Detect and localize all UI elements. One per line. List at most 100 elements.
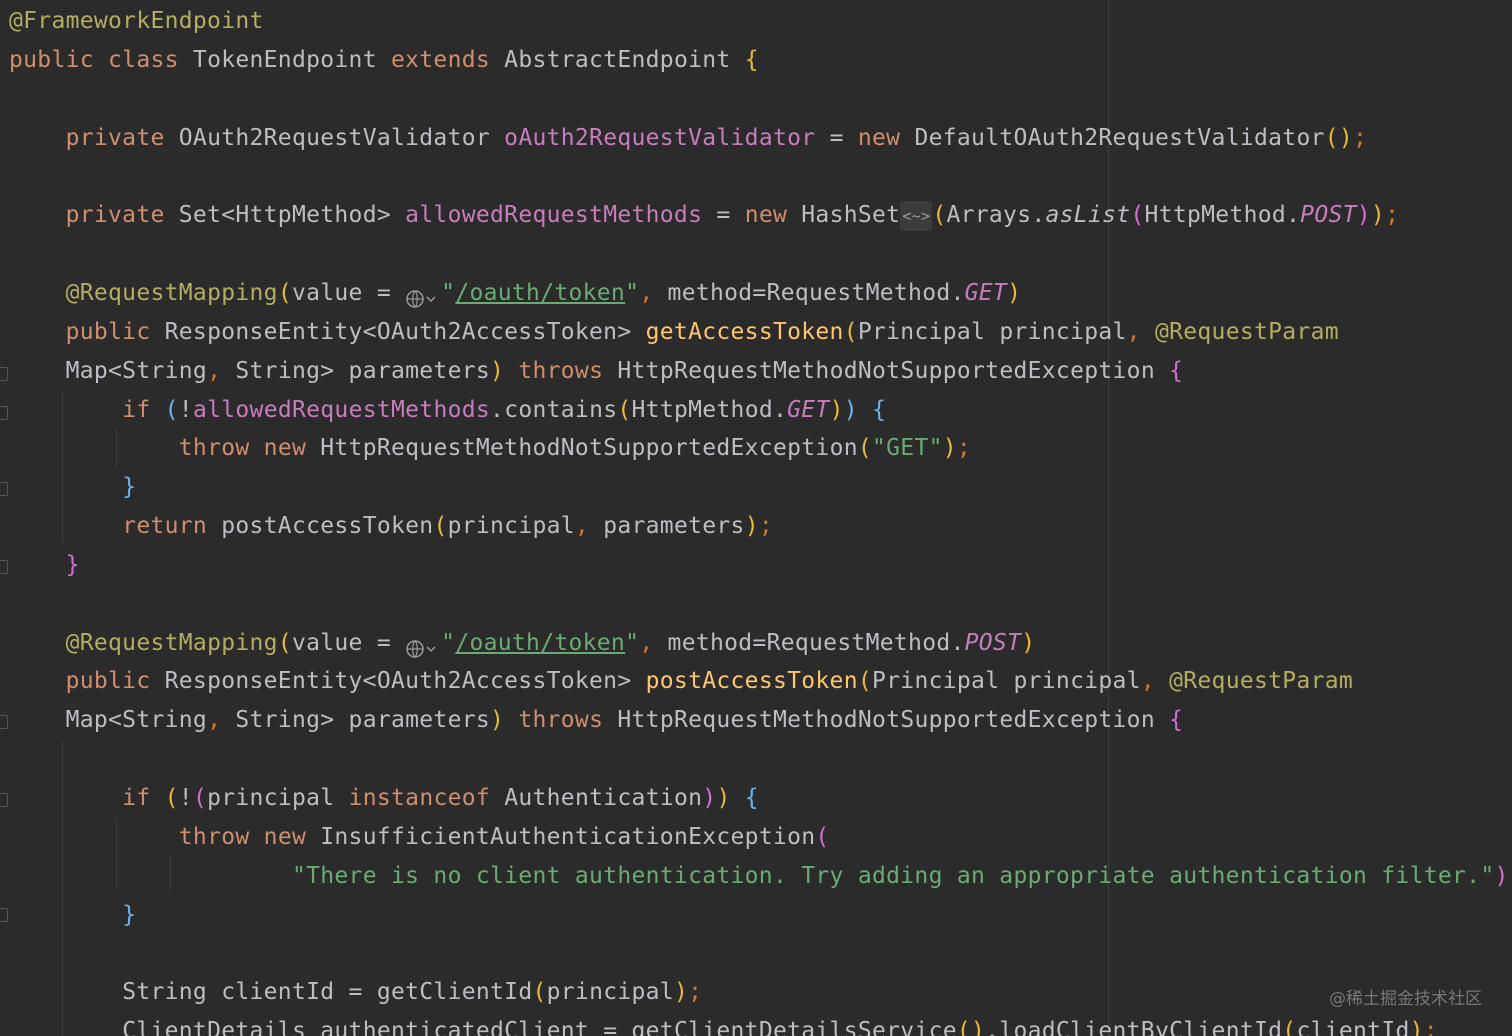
code-line[interactable]: if (!(principal instanceof Authenticatio… <box>9 779 759 818</box>
code-token: OAuth2RequestValidator <box>178 124 505 151</box>
code-token: ( <box>1282 1018 1297 1036</box>
code-line[interactable]: @RequestMapping(value = "/oauth/token", … <box>9 274 1021 313</box>
code-line[interactable]: @FrameworkEndpoint <box>9 2 264 41</box>
code-token: ) <box>744 513 759 540</box>
code-token: ( <box>277 279 292 306</box>
code-token: InsufficientAuthenticationException <box>320 823 816 850</box>
code-editor[interactable]: @FrameworkEndpoint public class TokenEndp… <box>0 0 1512 1036</box>
code-line[interactable]: private Set<HttpMethod> allowedRequestMe… <box>9 196 1399 235</box>
code-token: public <box>65 318 165 345</box>
code-token: class <box>108 46 193 73</box>
code-token: allowedRequestMethods <box>405 202 703 229</box>
code-token: postAccessToken <box>645 668 858 695</box>
web-endpoint-icon[interactable] <box>405 633 441 658</box>
code-token: ( <box>1130 202 1145 229</box>
code-line[interactable]: Map<String, String> parameters) throws H… <box>9 352 1183 391</box>
code-line[interactable]: if (!allowedRequestMethods.contains(Http… <box>9 391 886 430</box>
code-line[interactable]: "There is no client authentication. Try … <box>9 857 1512 896</box>
code-line[interactable]: ClientDetails authenticatedClient = getC… <box>9 1012 1438 1036</box>
code-token: ( <box>857 435 873 462</box>
code-token: value = <box>291 629 406 656</box>
code-token: String clientId = <box>122 979 377 1006</box>
code-token: new <box>744 202 802 229</box>
code-token: ) <box>673 979 689 1006</box>
code-token: public <box>9 46 109 73</box>
code-token: AbstractEndpoint <box>504 46 745 73</box>
fold-marker-icon[interactable] <box>0 367 8 381</box>
code-token: throws <box>518 707 618 734</box>
code-token: value = <box>291 279 406 306</box>
code-token: @RequestParam <box>1154 318 1339 345</box>
code-token: method=RequestMethod. <box>667 279 965 306</box>
code-line[interactable]: Map<String, String> parameters) throws H… <box>9 701 1183 740</box>
fold-marker-icon[interactable] <box>0 482 8 496</box>
code-token: ) <box>829 396 844 423</box>
code-token: ) <box>1409 1018 1424 1036</box>
code-line[interactable]: private OAuth2RequestValidator oAuth2Req… <box>9 119 1367 158</box>
fold-marker-icon[interactable] <box>0 908 8 922</box>
code-line[interactable]: return postAccessToken(principal, parame… <box>9 507 773 546</box>
code-token: Map<String <box>65 707 208 734</box>
code-token: /oauth/token <box>455 629 626 656</box>
code-token: clientId <box>1296 1018 1410 1036</box>
code-token: ( <box>433 513 448 540</box>
web-endpoint-icon[interactable] <box>405 283 441 309</box>
code-token: , <box>1126 318 1155 345</box>
code-token: GET <box>964 279 1008 306</box>
code-token: HttpRequestMethodNotSupportedException <box>617 707 1170 734</box>
code-line[interactable]: throw new InsufficientAuthenticationExce… <box>9 818 830 857</box>
code-token: new <box>263 823 321 850</box>
code-token: ) <box>843 396 858 423</box>
fold-marker-icon[interactable] <box>0 560 8 574</box>
code-token: Map<String <box>65 357 208 384</box>
code-token: " <box>625 279 640 306</box>
code-token: ) <box>1494 862 1509 889</box>
code-line[interactable]: String clientId = getClientId(principal)… <box>9 973 702 1012</box>
code-token: public <box>65 668 165 695</box>
code-token: if <box>122 396 165 423</box>
code-token: getClientId <box>376 979 533 1006</box>
code-token: .contains <box>490 396 618 423</box>
code-token: ClientDetails authenticatedClient = <box>122 1018 632 1036</box>
code-token: asList <box>1045 202 1131 229</box>
code-token: HttpMethod. <box>1144 202 1301 229</box>
code-token: @FrameworkEndpoint <box>9 8 264 34</box>
code-token: ; <box>1385 202 1400 229</box>
fold-marker-icon[interactable] <box>0 406 8 420</box>
code-token: ( <box>843 318 858 345</box>
code-token: @RequestMapping <box>65 629 278 656</box>
code-token: = <box>815 124 858 151</box>
code-token: ; <box>1509 863 1512 889</box>
code-token: ( <box>192 785 208 811</box>
code-line[interactable]: throw new HttpRequestMethodNotSupportedE… <box>9 429 971 468</box>
code-token: ) <box>942 435 957 462</box>
code-token: { <box>744 46 759 73</box>
code-line[interactable]: } <box>9 468 136 507</box>
code-token: } <box>122 474 137 501</box>
code-line[interactable]: public ResponseEntity<OAuth2AccessToken>… <box>9 313 1339 352</box>
code-line[interactable]: public ResponseEntity<OAuth2AccessToken>… <box>9 662 1353 701</box>
code-line[interactable]: } <box>9 546 80 585</box>
fold-marker-icon[interactable] <box>0 793 8 807</box>
code-token: throw <box>178 823 264 850</box>
code-line[interactable]: public class TokenEndpoint extends Abstr… <box>9 41 759 80</box>
code-token: Authentication <box>504 785 703 811</box>
code-token: .loadClientByClientId <box>985 1018 1283 1036</box>
code-token: = <box>702 202 745 229</box>
code-line[interactable]: } <box>9 896 136 935</box>
code-line[interactable]: @RequestMapping(value = "/oauth/token", … <box>9 624 1035 663</box>
code-token: @RequestParam <box>1169 668 1354 695</box>
fold-marker-icon[interactable] <box>0 715 8 729</box>
